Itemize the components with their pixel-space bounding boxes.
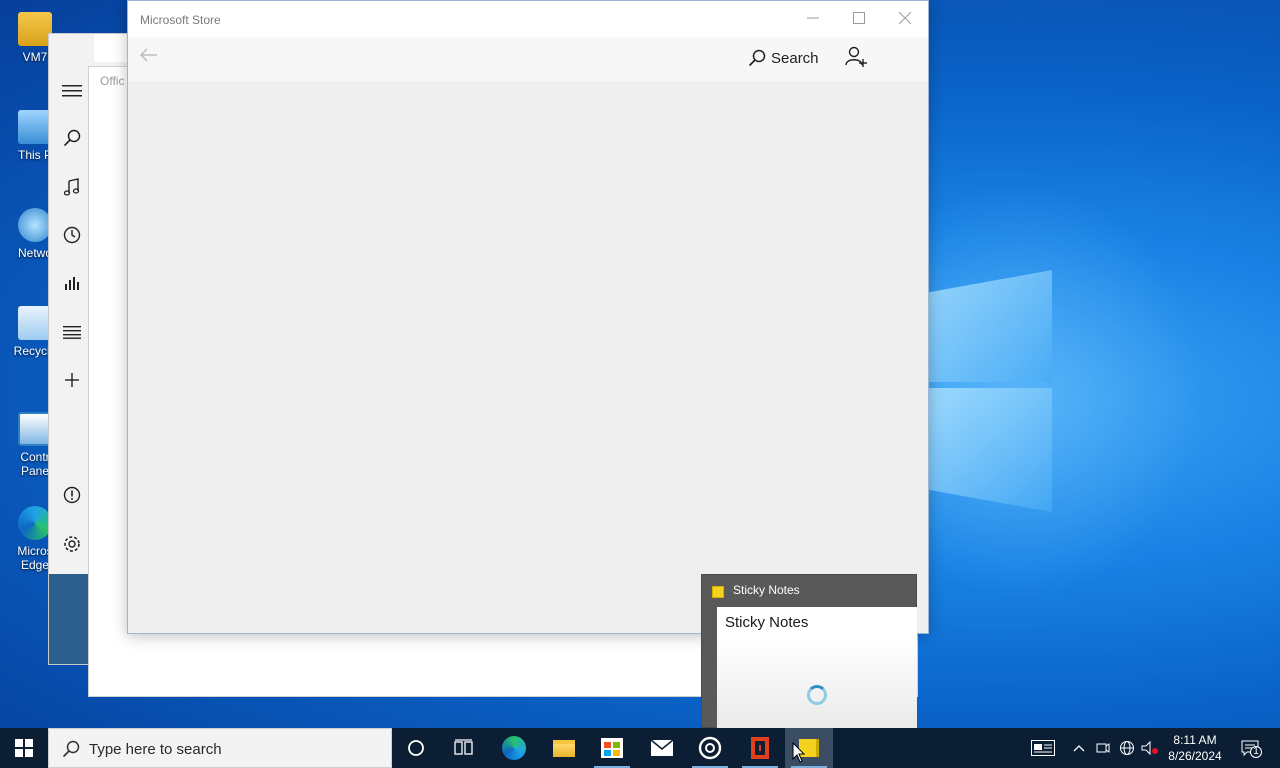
store-titlebar[interactable]: Microsoft Store (128, 1, 928, 37)
sticky-notes-window[interactable]: Sticky Notes Sticky Notes (701, 574, 917, 728)
mail-taskbar-button[interactable] (638, 728, 686, 768)
alert-icon[interactable] (55, 478, 89, 512)
sticky-notes-window-title: Sticky Notes (733, 583, 800, 597)
taskbar-search-placeholder: Type here to search (89, 741, 222, 758)
clock-time: 8:11 AM (1173, 733, 1217, 747)
office-icon (751, 737, 769, 759)
volume-muted-icon[interactable] (1140, 738, 1160, 758)
computer-icon (18, 110, 52, 144)
meet-now-icon[interactable] (1093, 738, 1113, 758)
menu-icon[interactable] (55, 74, 89, 108)
microsoft-store-window[interactable]: Microsoft Store Search (127, 0, 929, 634)
add-account-icon (845, 46, 867, 67)
sticky-notes-icon (712, 586, 724, 598)
store-icon (601, 738, 623, 758)
control-panel-icon (18, 412, 52, 446)
taskbar-clock[interactable]: 8:11 AM 8/26/2024 (1162, 732, 1228, 764)
taskbar: Type here to search 8:11 AM 8/26/2024 1 (0, 728, 1280, 768)
search-icon[interactable] (55, 121, 89, 155)
groove-taskbar-button[interactable] (686, 728, 734, 768)
store-search-label: Search (771, 49, 819, 67)
groove-now-playing-bar (49, 574, 89, 664)
gear-icon[interactable] (55, 527, 89, 561)
recycle-bin-icon (18, 306, 52, 340)
file-explorer-button[interactable] (540, 728, 588, 768)
sticky-notes-splash: Sticky Notes (717, 607, 917, 728)
office-window-title: Offic (100, 74, 125, 88)
close-button[interactable] (882, 1, 928, 35)
windows-logo-icon (15, 739, 33, 757)
network-globe-icon[interactable] (1117, 738, 1137, 758)
news-icon[interactable] (1030, 738, 1056, 758)
groove-icon (698, 736, 722, 760)
user-folder-icon (18, 12, 52, 46)
cortana-button[interactable] (392, 728, 440, 768)
minimize-button[interactable] (790, 1, 836, 35)
sticky-notes-splash-title: Sticky Notes (725, 614, 809, 631)
clock-icon[interactable] (55, 218, 89, 252)
mail-icon (650, 739, 674, 756)
chevron-up-icon[interactable] (1069, 738, 1089, 758)
chart-icon[interactable] (55, 266, 89, 300)
action-center-button[interactable]: 1 (1238, 738, 1262, 758)
taskbar-search-box[interactable]: Type here to search (48, 728, 392, 768)
search-icon (62, 740, 80, 758)
store-window-title: Microsoft Store (140, 13, 221, 27)
mouse-cursor-icon (792, 742, 806, 763)
back-arrow-icon (140, 48, 157, 62)
notification-count-badge: 1 (1250, 746, 1262, 758)
task-view-icon (454, 739, 473, 755)
desktop: VM7 This P Netwo Recycle Contr Pane Micr… (0, 0, 1280, 728)
edge-icon (502, 736, 526, 760)
store-taskbar-button[interactable] (588, 728, 636, 768)
store-header: Search (128, 37, 928, 81)
music-note-icon[interactable] (55, 170, 89, 204)
start-button[interactable] (0, 728, 48, 768)
cortana-icon (408, 740, 424, 756)
plus-icon[interactable] (55, 363, 89, 397)
edge-taskbar-button[interactable] (490, 728, 538, 768)
store-search-button[interactable]: Search (748, 46, 819, 70)
back-button[interactable] (140, 45, 164, 69)
search-icon (748, 49, 766, 67)
clock-date: 8/26/2024 (1168, 749, 1222, 763)
list-icon[interactable] (55, 315, 89, 349)
maximize-button[interactable] (836, 1, 882, 35)
office-taskbar-button[interactable] (736, 728, 784, 768)
edge-icon (18, 506, 52, 540)
account-button[interactable] (844, 45, 870, 71)
file-explorer-icon (553, 739, 575, 757)
task-view-button[interactable] (440, 728, 488, 768)
loading-spinner-icon (807, 685, 827, 705)
store-content-area (128, 81, 928, 633)
network-icon (18, 208, 52, 242)
